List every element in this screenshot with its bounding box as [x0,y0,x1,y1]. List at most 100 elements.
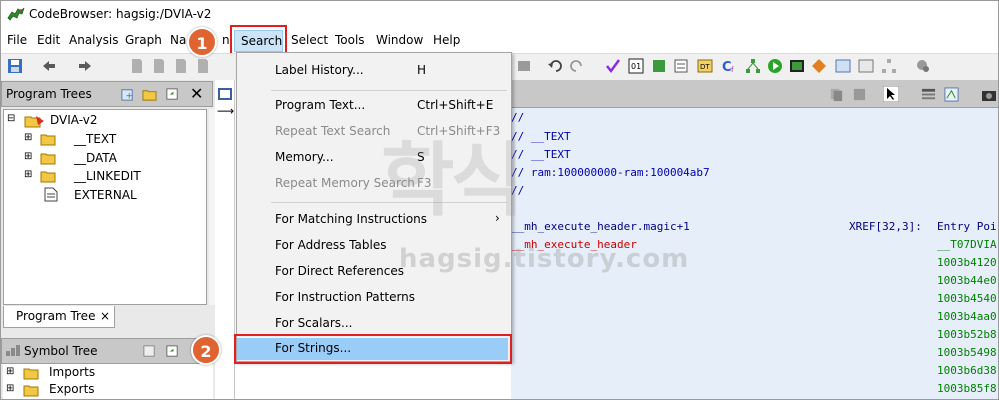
page-icon-2[interactable] [173,58,189,74]
xref-item[interactable]: 1003b52b8 [937,328,997,341]
undo-icon[interactable] [547,58,563,74]
tree-item-external[interactable]: EXTERNAL [74,188,137,202]
table-icon[interactable] [835,58,851,74]
folder-open-icon[interactable] [142,87,157,102]
close-icon[interactable]: ✕ [190,84,203,103]
page-icon[interactable] [151,58,167,74]
function-graph-icon[interactable] [745,58,761,74]
page-down-icon[interactable] [129,58,145,74]
folder-icon [40,153,56,165]
symbol-item-imports[interactable]: Imports [49,365,95,379]
xref-item[interactable]: 1003b85f8 [937,382,997,395]
step-badge-1: 1 [187,27,217,57]
cursor-select-icon[interactable] [883,86,899,102]
menu-graph[interactable]: Graph [125,33,162,47]
svg-text:DT: DT [700,63,710,71]
program-folder-icon [24,116,44,128]
xref-item[interactable]: 1003b6d38 [937,364,997,377]
xref-item[interactable]: 1003b44e0 [937,274,997,287]
expand-icon[interactable]: ⊞ [24,169,32,180]
paste-icon[interactable] [852,87,867,102]
expand-icon[interactable]: ⊞ [24,132,32,143]
menu-item-for-address-tables[interactable]: For Address Tables [275,238,386,252]
tree-root-label[interactable]: DVIA-v2 [50,113,97,127]
expand-icon[interactable]: ⊞ [6,366,14,377]
folder-icon [40,134,56,146]
tab-close-icon[interactable]: × [100,309,110,323]
copy-icon[interactable] [829,87,844,102]
xref-item[interactable]: 1003b4120 [937,256,997,269]
menu-edit[interactable]: Edit [37,33,60,47]
list-icon[interactable] [673,58,689,74]
window-title: CodeBrowser: hagsig:/DVIA-v2 [29,7,212,21]
label-magic[interactable]: __mh_execute_header.magic+1 [511,220,690,233]
menu-window-partial[interactable]: n [222,33,230,47]
back-arrow-icon[interactable] [41,58,57,74]
cursor-arrow-icon: ⟶ [217,104,235,118]
forward-arrow-icon[interactable] [77,58,93,74]
diff-icon[interactable] [944,87,959,102]
folder-icon [23,368,39,380]
menu-tools[interactable]: Tools [335,33,365,47]
tab-program-tree[interactable]: Program Tree × [3,306,115,328]
menu-navigation[interactable]: Na [170,33,186,47]
page-icon-3[interactable] [195,58,211,74]
symbol-tree-icon [6,345,20,356]
symbol-tree-view: ⊞ Imports ⊞ Exports [3,364,213,399]
listing-header [511,80,998,108]
title-bar: CodeBrowser: hagsig:/DVIA-v2 [1,1,998,29]
check-icon[interactable] [605,58,621,74]
memory-icon[interactable] [789,58,805,74]
grid-icon[interactable] [858,58,874,74]
new-tree-icon[interactable]: + [120,87,135,102]
menu-select[interactable]: Select [291,33,328,47]
svg-text:01: 01 [631,62,641,71]
redo-icon[interactable] [569,58,585,74]
menu-item-memory[interactable]: Memory... [275,150,334,164]
snapshot-icon[interactable] [915,58,931,74]
code-browser-window: CodeBrowser: hagsig:/DVIA-v2 File Edit A… [0,0,999,400]
tree-item-linkedit[interactable]: __LINKEDIT [74,169,141,183]
refresh-icon[interactable] [165,344,180,359]
folder-icon [23,385,39,397]
svg-text:f: f [731,66,734,74]
menu-item-for-instruction-patterns[interactable]: For Instruction Patterns [275,290,415,304]
binary-icon[interactable]: 01 [628,58,644,74]
menu-bar: File Edit Analysis Graph Na n Select Too… [1,29,998,53]
tree-icon[interactable] [881,58,897,74]
symbol-item-exports[interactable]: Exports [49,382,95,396]
menu-file[interactable]: File [7,33,27,47]
listing-comment: // ram:100000000-ram:100004ab7 [511,166,710,179]
expand-icon[interactable]: ⊞ [24,151,32,162]
diamond-icon[interactable] [811,58,827,74]
symbol-icon[interactable] [142,344,157,359]
xref-item[interactable]: 1003b4540 [937,292,997,305]
menu-item-label-history[interactable]: Label History... [275,63,364,77]
refresh-icon[interactable] [165,87,180,102]
tree-item-data[interactable]: __DATA [74,151,117,165]
xref-item[interactable]: __T07DVIA [937,238,997,251]
expand-icon[interactable]: ⊞ [6,383,14,394]
nav-icon[interactable] [516,58,532,74]
run-icon[interactable] [767,58,783,74]
menu-item-program-text[interactable]: Program Text... [275,98,365,112]
field-layout-icon[interactable] [921,87,936,102]
xref-entry-point[interactable]: Entry Poi [937,220,997,233]
save-icon[interactable] [7,58,23,74]
xref-item[interactable]: 1003b5498 [937,346,997,359]
menu-analysis[interactable]: Analysis [69,33,118,47]
xref-item[interactable]: 1003b4aa0 [937,310,997,323]
menu-item-for-direct-references[interactable]: For Direct References [275,264,404,278]
camera-icon[interactable] [981,87,997,102]
program-trees-title: Program Trees [6,87,92,101]
menu-item-for-scalars[interactable]: For Scalars... [275,316,352,330]
strings-annotation-box [234,334,512,364]
datatype-icon[interactable]: DT [697,58,713,74]
program-tree-tabbar: Program Tree × [1,306,213,330]
decompile-icon[interactable]: Cf [721,58,737,74]
tree-item-text[interactable]: __TEXT [74,132,116,146]
collapse-icon[interactable]: ⊟ [7,113,15,124]
menu-window[interactable]: Window [376,33,423,47]
menu-help[interactable]: Help [433,33,460,47]
bookmark-icon[interactable] [651,58,667,74]
